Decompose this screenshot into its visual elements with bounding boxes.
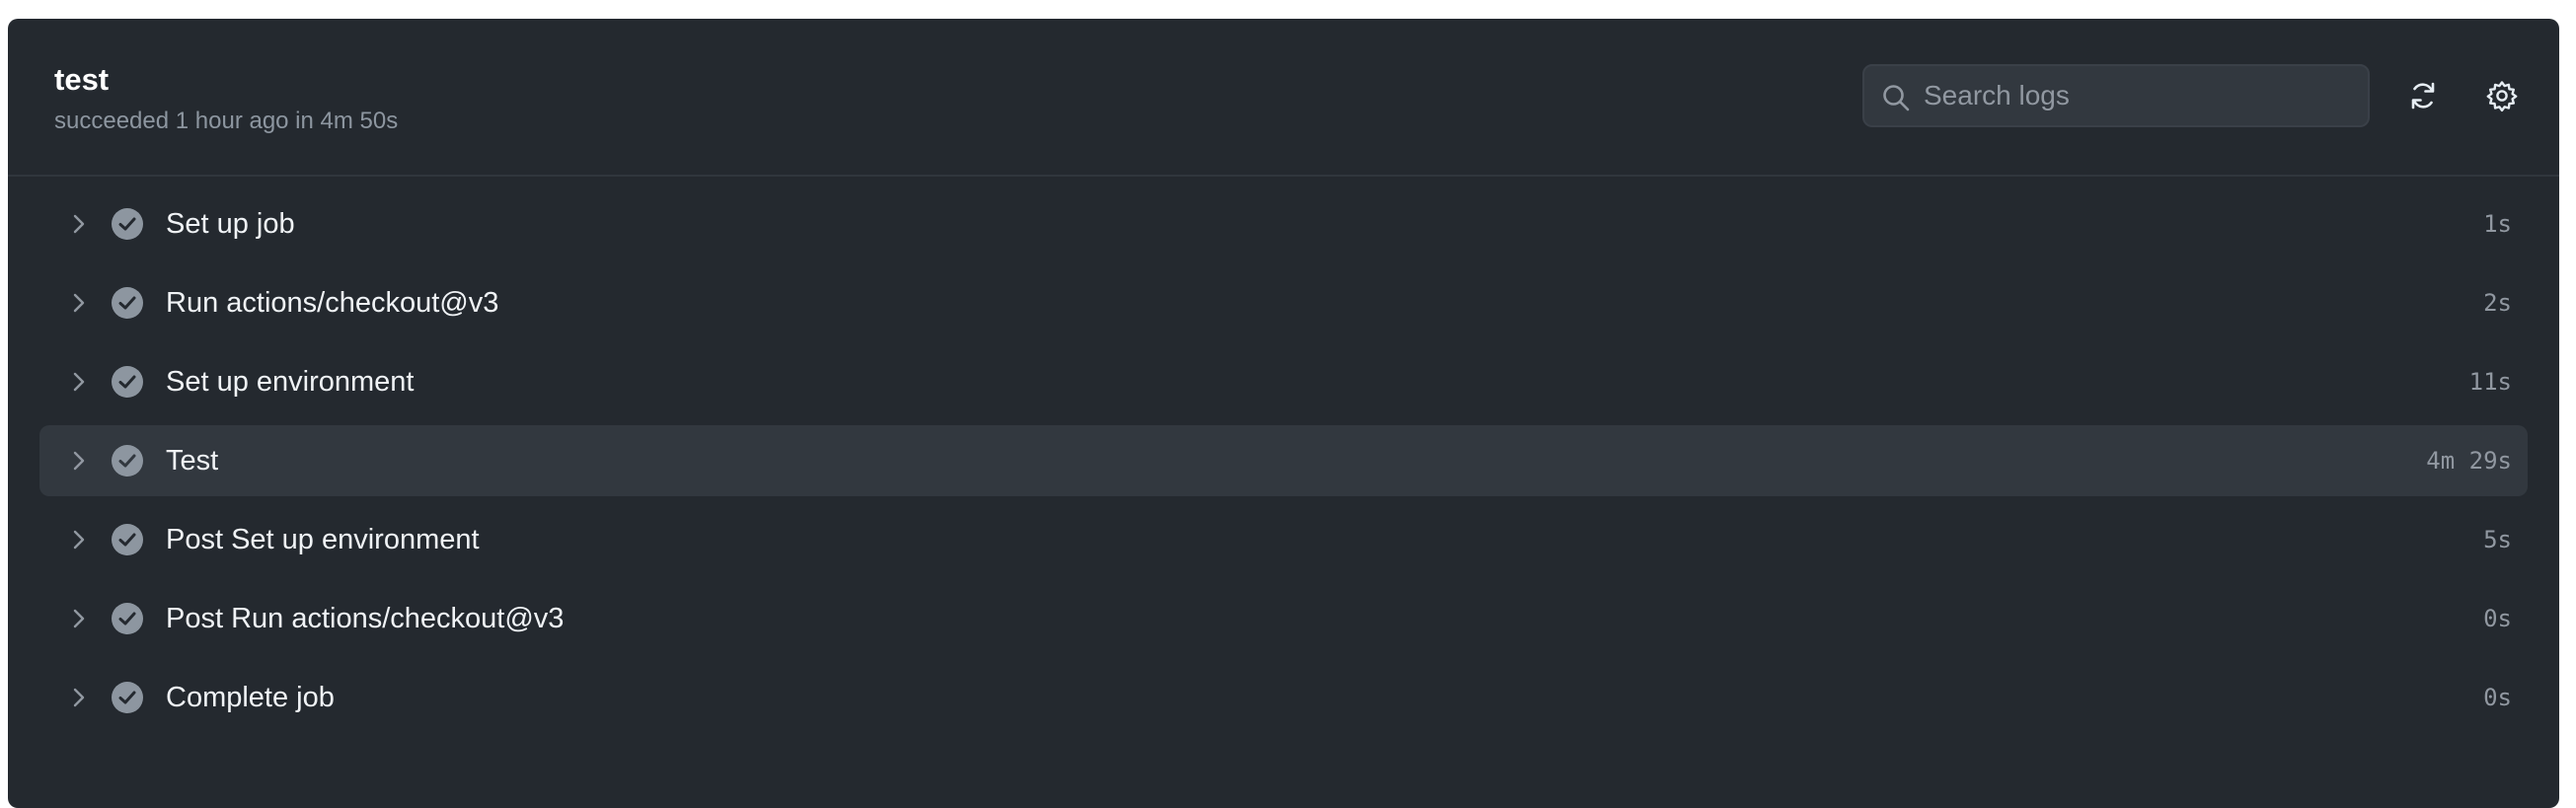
step-label: Post Run actions/checkout@v3 xyxy=(166,603,565,634)
chevron-right-icon xyxy=(73,293,85,313)
chevron-right-icon xyxy=(73,609,85,628)
check-circle-icon xyxy=(112,445,143,477)
settings-button[interactable] xyxy=(2482,76,2522,115)
job-title: test xyxy=(54,62,110,97)
chevron-right-icon xyxy=(73,214,85,234)
step-duration: 4m 29s xyxy=(2426,447,2512,475)
step-label: Set up job xyxy=(166,208,295,240)
step-row-test[interactable]: Test 4m 29s xyxy=(39,425,2528,496)
steps-list: Set up job 1s Run actions/checkout@v3 2s… xyxy=(39,188,2528,741)
step-row-set-up-job[interactable]: Set up job 1s xyxy=(39,188,2528,259)
step-label: Post Set up environment xyxy=(166,524,480,555)
search-icon xyxy=(1883,85,1910,111)
chevron-right-icon xyxy=(73,372,85,392)
chevron-right-icon xyxy=(73,451,85,471)
step-row-set-up-environment[interactable]: Set up environment 11s xyxy=(39,346,2528,417)
job-header: test succeeded 1 hour ago in 4m 50s xyxy=(8,19,2559,177)
check-circle-icon xyxy=(112,366,143,398)
step-duration: 1s xyxy=(2483,210,2512,238)
gear-icon xyxy=(2486,81,2518,112)
step-row-post-run-checkout[interactable]: Post Run actions/checkout@v3 0s xyxy=(39,583,2528,654)
step-duration: 0s xyxy=(2483,605,2512,632)
sync-icon xyxy=(2411,82,2435,110)
check-circle-icon xyxy=(112,603,143,634)
step-row-run-checkout[interactable]: Run actions/checkout@v3 2s xyxy=(39,267,2528,338)
search-logs-box[interactable] xyxy=(1862,64,2370,127)
step-duration: 5s xyxy=(2483,526,2512,553)
step-label: Test xyxy=(166,445,219,477)
step-label: Run actions/checkout@v3 xyxy=(166,287,499,319)
step-row-post-set-up-environment[interactable]: Post Set up environment 5s xyxy=(39,504,2528,575)
search-logs-input[interactable] xyxy=(1924,66,2348,125)
chevron-right-icon xyxy=(73,530,85,550)
step-duration: 11s xyxy=(2468,368,2512,396)
step-label: Complete job xyxy=(166,682,335,713)
job-logs-panel: test succeeded 1 hour ago in 4m 50s Sear… xyxy=(8,19,2559,808)
check-circle-icon xyxy=(112,524,143,555)
check-circle-icon xyxy=(112,208,143,240)
check-circle-icon xyxy=(112,287,143,319)
step-duration: 0s xyxy=(2483,684,2512,711)
check-circle-icon xyxy=(112,682,143,713)
job-status: succeeded 1 hour ago in 4m 50s xyxy=(54,108,399,134)
chevron-right-icon xyxy=(73,688,85,707)
step-label: Set up environment xyxy=(166,366,415,398)
refresh-button[interactable] xyxy=(2403,76,2443,115)
step-row-complete-job[interactable]: Complete job 0s xyxy=(39,662,2528,733)
step-duration: 2s xyxy=(2483,289,2512,317)
